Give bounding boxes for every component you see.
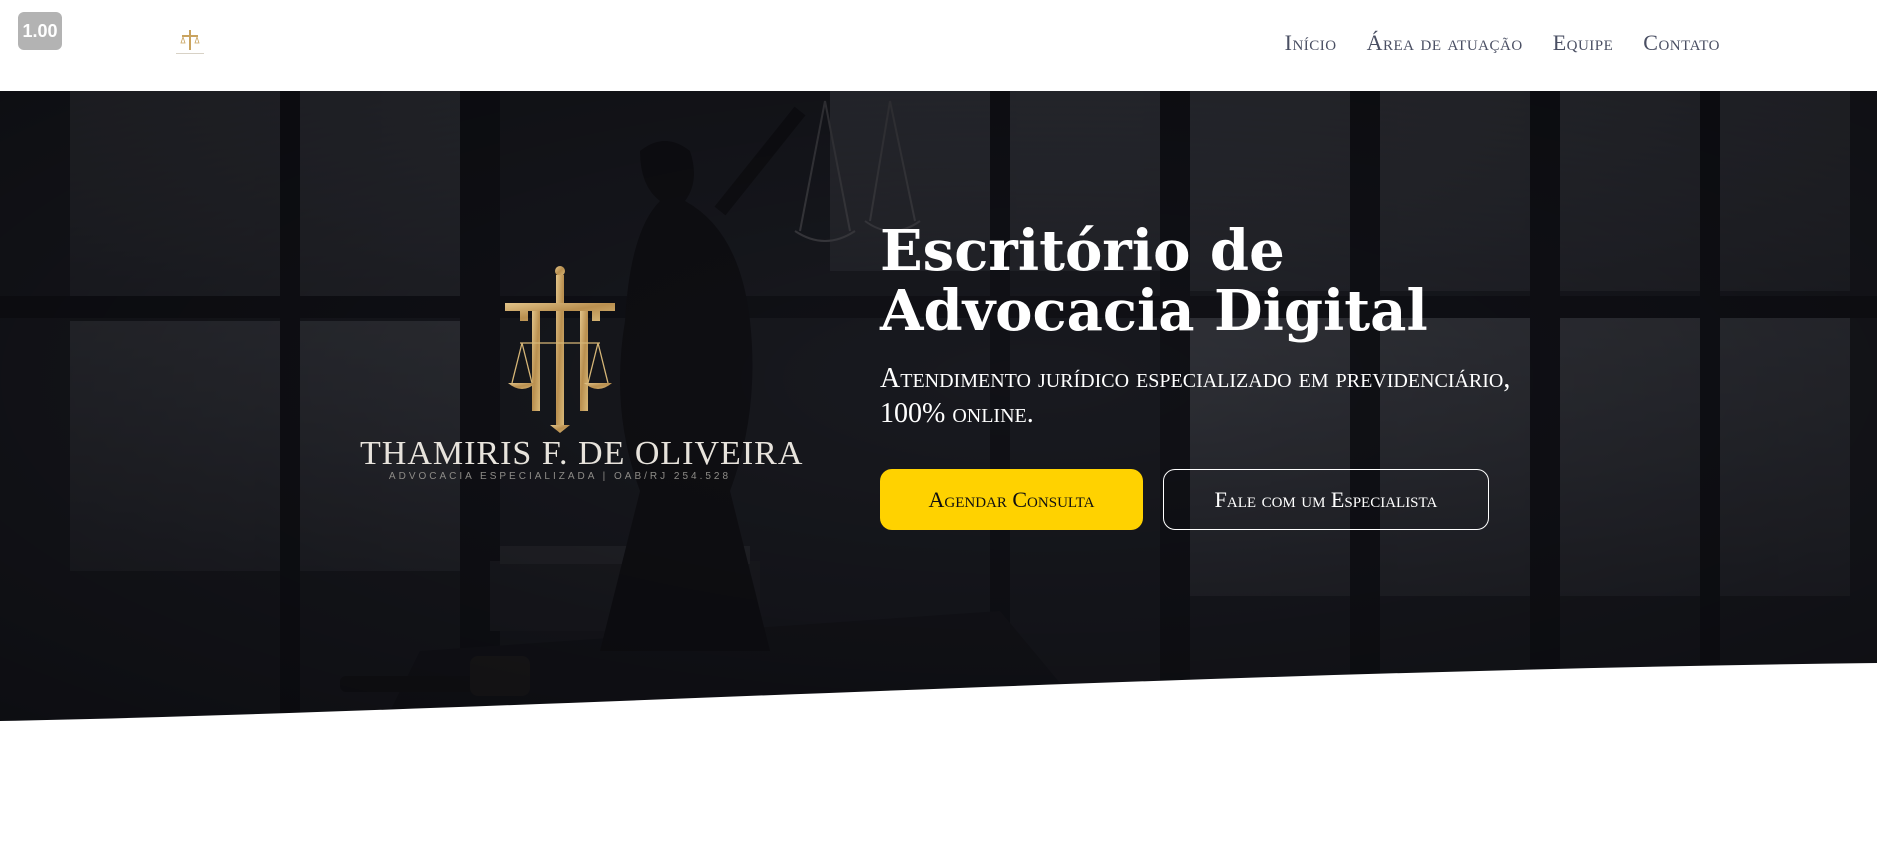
site-header: Início Área de atuação Equipe Contato [0,0,1877,91]
nav-link-area-de-atuacao[interactable]: Área de atuação [1367,30,1523,56]
hero-title: Escritório de Advocacia Digital [880,221,1580,341]
hero-title-line-2: Advocacia Digital [880,278,1428,344]
nav-link-equipe[interactable]: Equipe [1553,30,1614,56]
hero-buttons: Agendar Consulta Fale com um Especialist… [880,469,1580,530]
brand-tagline: ADVOCACIA ESPECIALIZADA | OAB/RJ 254.528 [388,471,732,482]
hero-subtitle: Atendimento jurídico especializado em pr… [880,363,1511,429]
hero-section: THAMIRIS F. DE OLIVEIRA ADVOCACIA ESPECI… [0,91,1877,731]
zoom-level-badge: 1.00 [18,12,62,50]
nav-link-inicio[interactable]: Início [1285,30,1337,56]
talk-to-specialist-button[interactable]: Fale com um Especialista [1163,469,1489,530]
hero-wave-divider [0,663,1877,731]
nav-link-contato[interactable]: Contato [1643,30,1720,56]
scales-of-justice-sword-icon [505,266,615,433]
main-nav: Início Área de atuação Equipe Contato [1285,30,1720,56]
hero-content: Escritório de Advocacia Digital Atendime… [880,221,1580,530]
hero-title-line-1: Escritório de [880,218,1285,284]
brand-logo: THAMIRIS F. DE OLIVEIRA ADVOCACIA ESPECI… [360,263,804,493]
header-logo[interactable] [170,28,210,58]
schedule-consultation-button[interactable]: Agendar Consulta [880,469,1143,530]
brand-name: THAMIRIS F. DE OLIVEIRA [360,435,804,472]
